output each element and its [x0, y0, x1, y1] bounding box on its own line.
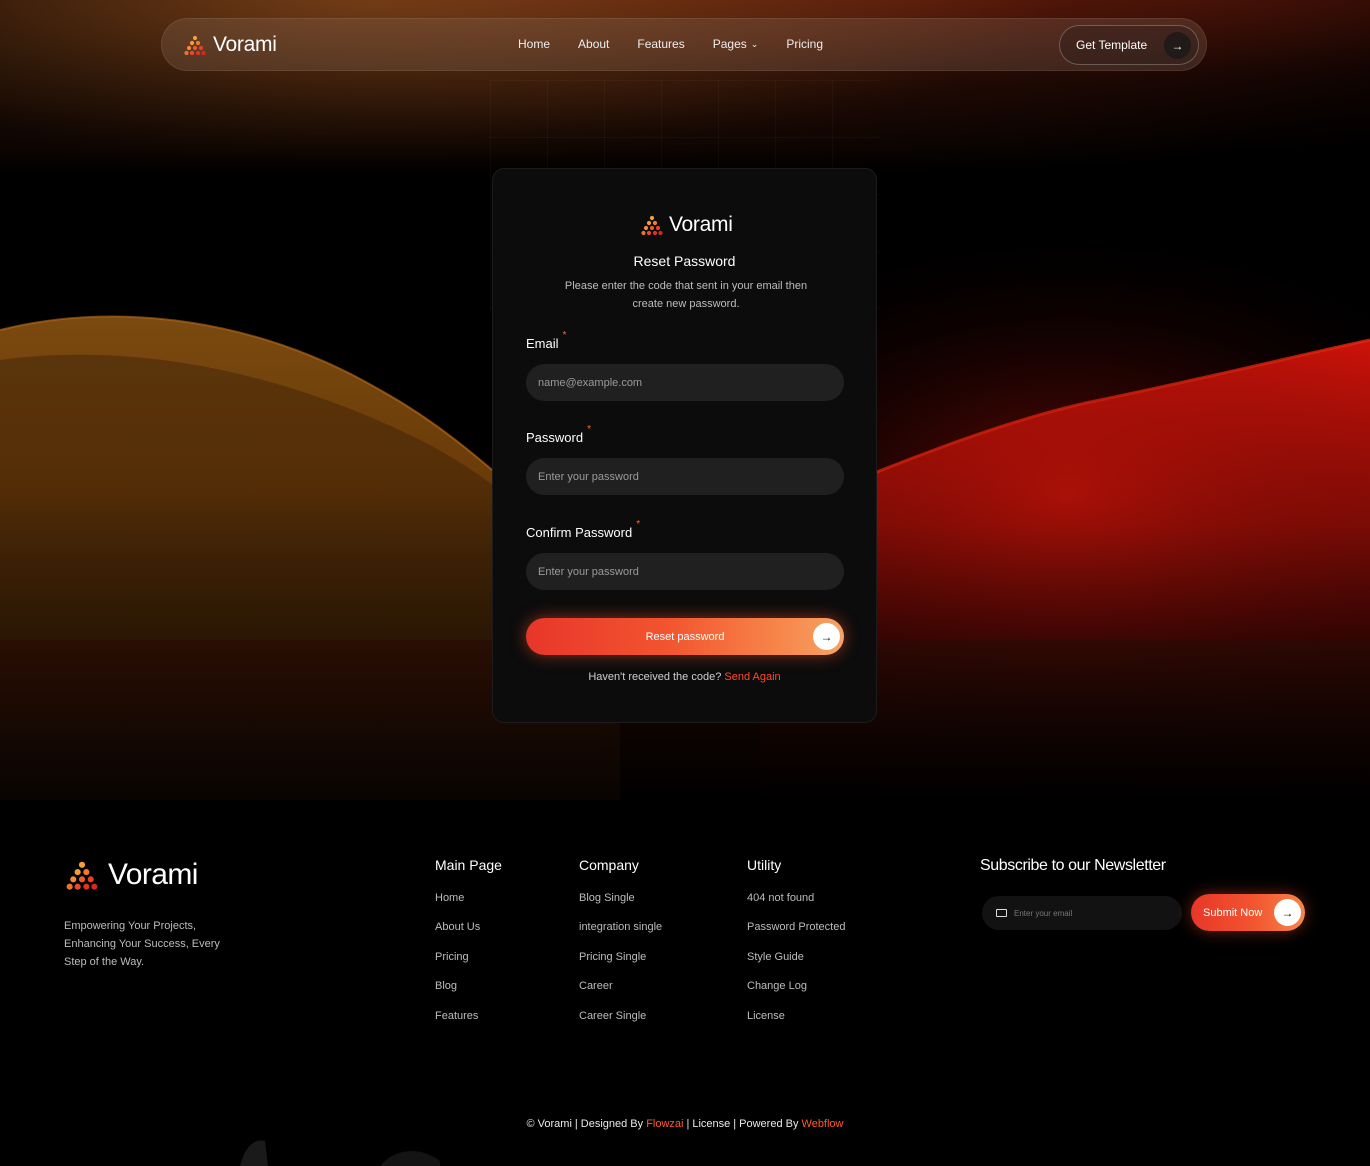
confirm-password-label-text: Confirm Password — [526, 525, 633, 540]
reset-password-button[interactable]: Reset password → — [526, 618, 844, 655]
required-mark: * — [636, 519, 641, 530]
platform-link[interactable]: Webflow — [802, 1118, 844, 1130]
confirm-password-input[interactable] — [526, 553, 844, 590]
password-input[interactable] — [526, 458, 844, 495]
vorami-logo-icon — [66, 861, 98, 890]
email-label-text: Email — [526, 336, 559, 351]
footer-column-title: Company — [579, 857, 639, 873]
card-subtitle: Please enter the code that sent in your … — [564, 280, 808, 310]
footer-link[interactable]: Career Single — [579, 1010, 662, 1039]
footer-link[interactable]: License — [747, 1010, 845, 1039]
brand-name: Vorami — [213, 33, 277, 56]
newsletter-email-input[interactable] — [1014, 908, 1164, 918]
card-brand-logo: Vorami — [641, 213, 733, 237]
password-label-text: Password — [526, 430, 584, 445]
footer-brand-name: Vorami — [108, 858, 198, 891]
arrow-right-icon: → — [1274, 899, 1301, 926]
arrow-right-icon: → — [813, 623, 840, 650]
resend-row: Haven't received the code? Send Again — [493, 671, 876, 683]
reset-password-label: Reset password — [645, 630, 725, 643]
designer-link[interactable]: Flowzai — [646, 1118, 683, 1130]
footer-link[interactable]: Blog Single — [579, 892, 662, 921]
footer-link[interactable]: 404 not found — [747, 892, 845, 921]
designed-by-text: Designed By — [580, 1118, 644, 1130]
brand-logo[interactable]: Vorami — [184, 33, 277, 57]
footer-link[interactable]: Blog — [435, 980, 502, 1009]
footer-column-main-page: Main Page Home About Us Pricing Blog Fea… — [435, 857, 502, 1039]
footer-column-company: Company Blog Single integration single P… — [579, 857, 662, 1039]
mail-icon — [996, 909, 1007, 917]
card-title: Reset Password — [633, 253, 736, 269]
nav-pricing[interactable]: Pricing — [786, 37, 823, 51]
chevron-down-icon: ⌄ — [750, 38, 759, 49]
submit-now-button[interactable]: Submit Now → — [1191, 894, 1305, 931]
footer-link[interactable]: Home — [435, 892, 502, 921]
copyright-bar: © Vorami | Designed By Flowzai | License | Pow… — [526, 1118, 844, 1130]
vorami-logo-icon — [641, 215, 663, 235]
footer-link[interactable]: Change Log — [747, 980, 845, 1009]
footer-link[interactable]: Career — [579, 980, 662, 1009]
footer-link[interactable]: Pricing — [435, 951, 502, 980]
footer-link[interactable]: Pricing Single — [579, 951, 662, 980]
nav-features[interactable]: Features — [637, 37, 684, 51]
nav-pages-label: Pages — [712, 37, 747, 51]
get-template-button[interactable]: Get Template → — [1059, 25, 1199, 65]
vorami-logo-icon — [184, 35, 206, 55]
password-label: Password* — [526, 424, 591, 445]
arrow-right-icon: → — [1164, 32, 1191, 59]
copyright-prefix: © Vorami — [526, 1118, 572, 1130]
footer-column-utility: Utility 404 not found Password Protected… — [747, 857, 845, 1039]
powered-by-text: Powered By — [739, 1118, 799, 1130]
footer-link[interactable]: integration single — [579, 921, 662, 950]
navbar: Vorami Home About Features Pages ⌄ Prici… — [161, 18, 1207, 71]
footer-link[interactable]: Features — [435, 1010, 502, 1039]
footer-description: Empowering Your Projects, Enhancing Your… — [64, 920, 220, 968]
newsletter-title: Subscribe to our Newsletter — [980, 857, 1166, 874]
submit-now-label: Submit Now — [1203, 906, 1263, 919]
footer-link[interactable]: Password Protected — [747, 921, 845, 950]
newsletter-email-field[interactable] — [982, 896, 1182, 930]
footer-link[interactable]: About Us — [435, 921, 502, 950]
confirm-password-label: Confirm Password* — [526, 519, 640, 540]
get-template-label: Get Template — [1076, 38, 1148, 52]
required-mark: * — [587, 424, 591, 435]
email-input[interactable] — [526, 364, 844, 401]
required-mark: * — [562, 330, 567, 341]
nav-home[interactable]: Home — [518, 37, 550, 51]
reset-password-card: Vorami Reset Password Please enter the c… — [492, 168, 877, 723]
footer-column-title: Main Page — [435, 857, 502, 873]
email-label: Email* — [526, 330, 566, 351]
nav-about[interactable]: About — [578, 37, 609, 51]
nav-pages[interactable]: Pages ⌄ — [713, 37, 759, 51]
footer-brand-logo[interactable]: Vorami — [66, 858, 198, 892]
license-link[interactable]: License — [692, 1118, 730, 1130]
card-brand-name: Vorami — [669, 213, 733, 236]
decorative-shape — [240, 1140, 440, 1166]
send-again-link[interactable]: Send Again — [724, 671, 780, 683]
footer-link[interactable]: Style Guide — [747, 951, 845, 980]
footer-column-title: Utility — [747, 857, 782, 873]
resend-text: Haven't received the code? — [588, 671, 722, 683]
nav-links: Home About Features Pages ⌄ Pricing — [518, 37, 851, 51]
